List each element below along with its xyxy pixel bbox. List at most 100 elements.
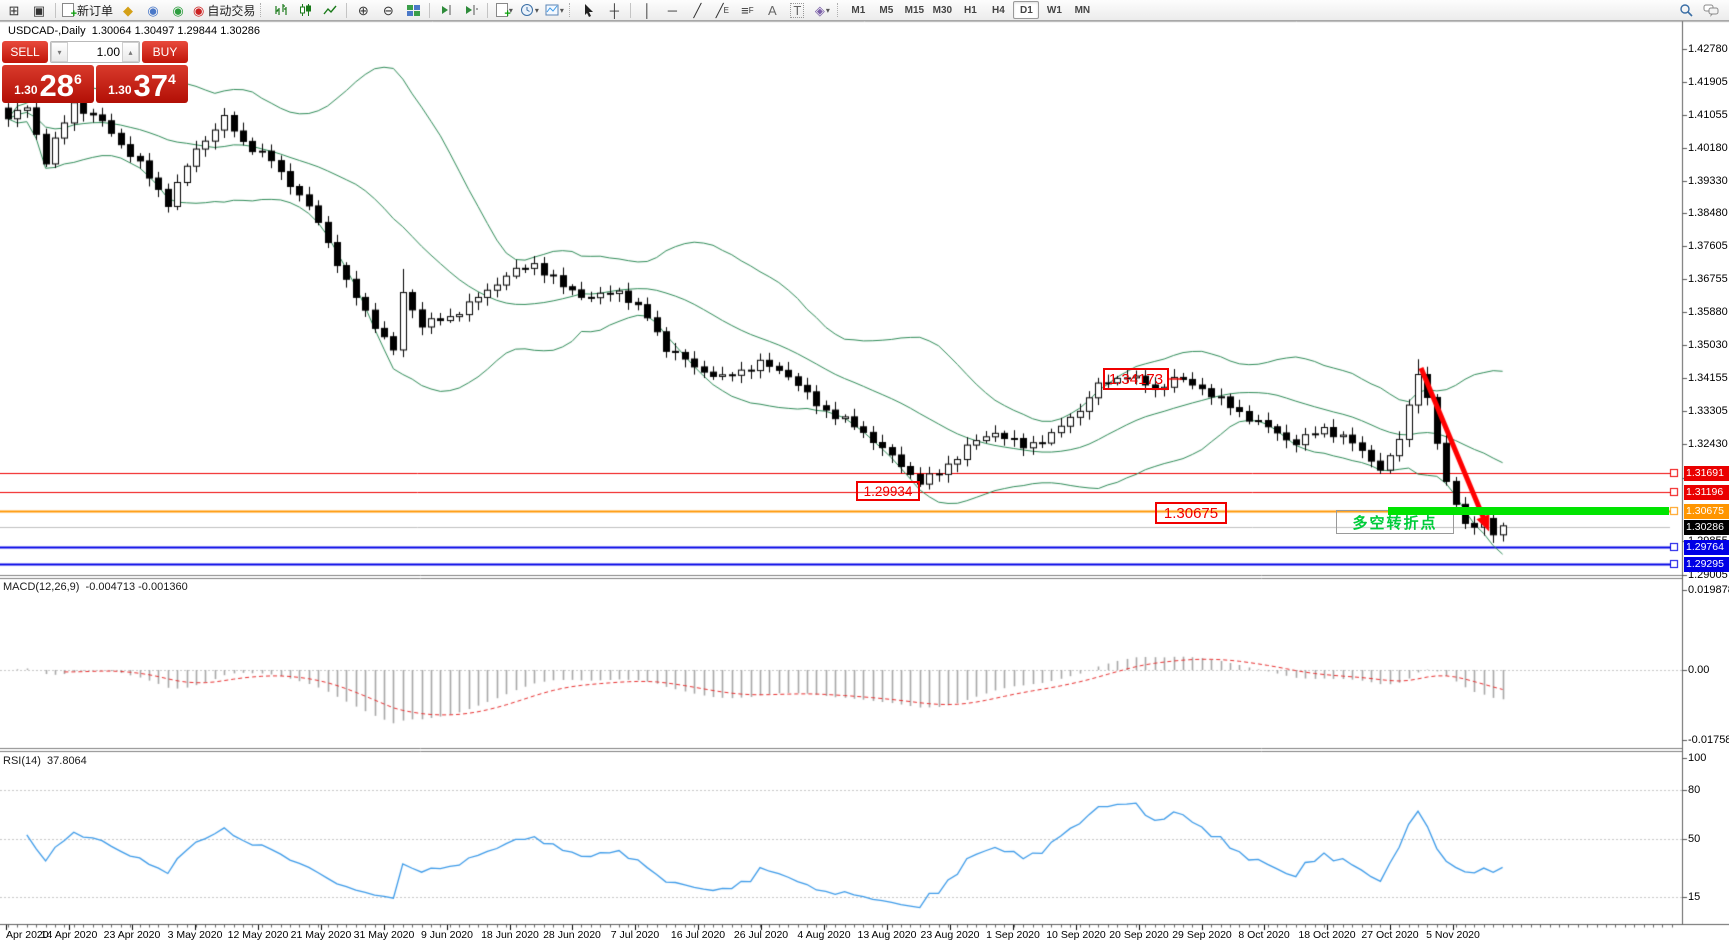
crosshair-button[interactable]: ┼ <box>602 1 626 19</box>
buy-price-prefix: 1.30 <box>108 83 131 97</box>
buy-price-big: 37 <box>134 70 168 101</box>
timeframe-m5[interactable]: M5 <box>873 1 899 19</box>
volume-increase-button[interactable]: ▴ <box>122 42 139 62</box>
buy-price[interactable]: 1.30 37 4 <box>96 65 188 103</box>
sell-price[interactable]: 1.30 28 6 <box>2 65 94 103</box>
tile-windows-icon <box>406 4 421 17</box>
templates-button[interactable]: ▾ <box>542 1 566 19</box>
candlestick-chart-icon <box>298 3 313 17</box>
chat-button[interactable] <box>1699 1 1723 19</box>
text-label-button[interactable]: T <box>785 1 809 19</box>
chart-ohlc-quotes: 1.30064 1.30497 1.29844 1.30286 <box>92 25 260 37</box>
tile-windows-button[interactable] <box>401 1 425 19</box>
support-zone-bar <box>1388 507 1669 515</box>
chevron-down-icon: ▾ <box>535 6 539 15</box>
market-watch-button[interactable]: ◆ <box>116 1 140 19</box>
rsi-value: 37.8064 <box>47 755 87 767</box>
fibo-f-label: F <box>749 6 754 15</box>
one-click-trading-panel: SELL ▾ ▴ BUY 1.30 28 6 1.30 37 4 <box>2 41 188 103</box>
bar-chart-button[interactable] <box>268 1 292 19</box>
volume-decrease-button[interactable]: ▾ <box>51 42 68 62</box>
toolbar-separator <box>260 3 265 17</box>
trendline-icon: ╱ <box>693 4 701 17</box>
buy-button[interactable]: BUY <box>142 41 188 63</box>
new-order-label: 新订单 <box>77 2 113 19</box>
buy-price-sup: 4 <box>168 71 176 87</box>
toolbar-separator <box>837 3 842 17</box>
timeframe-mn[interactable]: MN <box>1069 1 1095 19</box>
horizontal-line-button[interactable]: ─ <box>660 1 684 19</box>
zoom-out-icon: ⊖ <box>383 4 394 17</box>
timeframe-w1[interactable]: W1 <box>1041 1 1067 19</box>
vertical-line-button[interactable]: │ <box>635 1 659 19</box>
toolbar-separator <box>55 3 56 18</box>
autotrade-button[interactable]: ◉ 自动交易 <box>191 1 257 19</box>
macd-name: MACD(12,26,9) <box>3 581 79 593</box>
volume-input[interactable] <box>68 42 122 62</box>
chart-shift-button[interactable] <box>459 1 483 19</box>
autotrade-icon: ◉ <box>193 4 204 17</box>
rsi-name: RSI(14) <box>3 755 41 767</box>
signal-button[interactable]: ◉ <box>166 1 190 19</box>
annotation-swing-low: 1.29934 <box>856 481 920 501</box>
sell-button[interactable]: SELL <box>2 41 48 63</box>
timeframe-h1[interactable]: H1 <box>957 1 983 19</box>
timeframe-group: M1M5M15M30H1H4D1W1MN <box>845 1 1095 19</box>
timeframe-d1[interactable]: D1 <box>1013 1 1039 19</box>
timeframe-m15[interactable]: M15 <box>901 1 927 19</box>
annotation-swing-high: 1.34173 <box>1103 368 1169 390</box>
toolbar-separator <box>487 3 488 18</box>
chart-window-icon[interactable]: ⊞ <box>2 1 26 19</box>
sell-price-big: 28 <box>40 70 74 101</box>
chat-icon <box>1703 4 1719 17</box>
chevron-down-icon: ▾ <box>560 6 564 15</box>
chart-symbol-period: USDCAD-,Daily <box>8 25 86 37</box>
data-window-button[interactable]: ◉ <box>141 1 165 19</box>
channel-icon: ╱ <box>716 4 724 17</box>
timeframe-h4[interactable]: H4 <box>985 1 1011 19</box>
new-order-button[interactable]: + 新订单 <box>60 1 115 19</box>
cursor-icon <box>583 3 595 17</box>
text-icon: A <box>768 4 777 17</box>
window-icon: ⊞ <box>9 4 20 17</box>
mt4-window: ⊞ ▣ + 新订单 ◆ ◉ ◉ ◉ 自动交易 ⊕ ⊖ <box>0 0 1729 947</box>
shapes-button[interactable]: ◈▾ <box>810 1 834 19</box>
periods-button[interactable]: ▾ <box>517 1 541 19</box>
timeframe-m1[interactable]: M1 <box>845 1 871 19</box>
chart-canvas[interactable] <box>0 0 1729 947</box>
macd-label: MACD(12,26,9) -0.004713 -0.001360 <box>3 581 188 593</box>
zoom-in-icon: ⊕ <box>358 4 369 17</box>
search-icon <box>1679 3 1693 17</box>
cursor-button[interactable] <box>577 1 601 19</box>
template-icon <box>545 4 559 16</box>
data-window-icon: ◉ <box>147 4 158 17</box>
annotation-swing-high-text: 1.34173 <box>1109 371 1163 388</box>
horizontal-line-icon: ─ <box>668 4 677 17</box>
zoom-in-button[interactable]: ⊕ <box>351 1 375 19</box>
toolbar-separator <box>569 3 574 17</box>
macd-values: -0.004713 -0.001360 <box>86 581 188 593</box>
line-chart-button[interactable] <box>318 1 342 19</box>
candlestick-chart-button[interactable] <box>293 1 317 19</box>
equidistant-channel-button[interactable]: ╱E <box>710 1 734 19</box>
signal-icon: ◉ <box>172 4 183 17</box>
text-button[interactable]: A <box>760 1 784 19</box>
indicators-icon: + <box>496 3 508 17</box>
autotrade-label: 自动交易 <box>207 2 255 19</box>
zoom-out-button[interactable]: ⊖ <box>376 1 400 19</box>
text-label-icon: T <box>790 3 804 18</box>
indicators-button[interactable]: + ▾ <box>492 1 516 19</box>
new-order-icon: + <box>62 3 74 17</box>
search-button[interactable] <box>1674 1 1698 19</box>
timeframe-m30[interactable]: M30 <box>929 1 955 19</box>
chart-preview-icon[interactable]: ▣ <box>27 1 51 19</box>
clock-icon <box>520 3 534 17</box>
auto-scroll-icon <box>439 4 453 16</box>
auto-scroll-button[interactable] <box>434 1 458 19</box>
trendline-button[interactable]: ╱ <box>685 1 709 19</box>
preview-icon: ▣ <box>33 4 45 17</box>
vertical-line-icon: │ <box>643 4 651 17</box>
fibonacci-button[interactable]: ≡F <box>735 1 759 19</box>
toolbar-separator <box>346 3 347 18</box>
annotation-swing-low-text: 1.29934 <box>864 484 913 499</box>
